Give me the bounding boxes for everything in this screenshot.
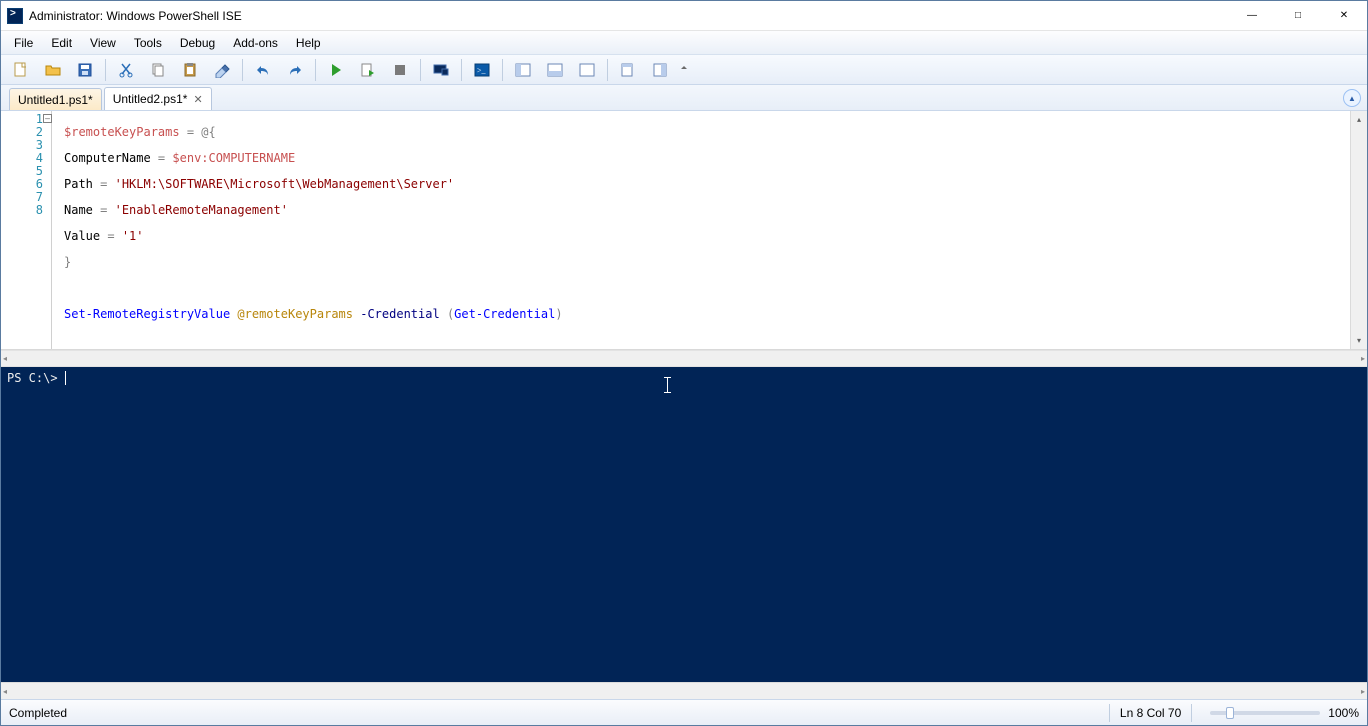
tab-untitled1[interactable]: Untitled1.ps1* [9, 88, 102, 110]
line-number-gutter: – 1 2 3 4 5 6 7 8 [1, 111, 49, 349]
title-bar: Administrator: Windows PowerShell ISE — … [1, 1, 1367, 31]
cursor-position: Ln 8 Col 70 [1120, 706, 1181, 720]
console-horizontal-scrollbar[interactable]: ◂▸ [1, 682, 1367, 699]
menu-help[interactable]: Help [287, 33, 330, 53]
editor-horizontal-scrollbar[interactable]: ◂▸ [1, 350, 1367, 367]
zoom-thumb[interactable] [1226, 707, 1234, 719]
zoom-slider[interactable] [1210, 711, 1320, 715]
status-bar: Completed Ln 8 Col 70 100% [1, 699, 1367, 725]
menu-file[interactable]: File [5, 33, 42, 53]
toolbar: >_ [1, 55, 1367, 85]
scroll-down-icon[interactable]: ▾ [1351, 332, 1367, 349]
undo-button[interactable] [249, 57, 277, 83]
tab-label: Untitled2.ps1* [113, 92, 188, 106]
menu-debug[interactable]: Debug [171, 33, 224, 53]
maximize-button[interactable]: □ [1275, 1, 1321, 31]
code-area[interactable]: $remoteKeyParams = @{ ComputerName = $en… [51, 111, 1350, 349]
svg-text:>_: >_ [477, 66, 487, 75]
run-button[interactable] [322, 57, 350, 83]
console-prompt: PS C:\> [7, 371, 65, 385]
status-text: Completed [9, 706, 67, 720]
save-button[interactable] [71, 57, 99, 83]
cut-button[interactable] [112, 57, 140, 83]
console-vertical-scrollbar[interactable] [1350, 367, 1367, 682]
new-button[interactable] [7, 57, 35, 83]
tab-label: Untitled1.ps1* [18, 93, 93, 107]
window-title: Administrator: Windows PowerShell ISE [29, 9, 242, 23]
copy-button[interactable] [144, 57, 172, 83]
close-button[interactable]: ✕ [1321, 1, 1367, 31]
zoom-label: 100% [1328, 706, 1359, 720]
tab-untitled2[interactable]: Untitled2.ps1* ✕ [104, 87, 212, 110]
editor-vertical-scrollbar[interactable]: ▴ ▾ [1350, 111, 1367, 349]
tab-close-icon[interactable]: ✕ [193, 93, 202, 106]
script-editor[interactable]: – 1 2 3 4 5 6 7 8 $remoteKeyParams = @{ … [1, 111, 1367, 350]
menu-edit[interactable]: Edit [42, 33, 81, 53]
fold-icon[interactable]: – [43, 114, 52, 123]
console[interactable]: PS C:\> [1, 367, 1350, 682]
run-selection-button[interactable] [354, 57, 382, 83]
scroll-up-icon[interactable]: ▴ [1351, 111, 1367, 128]
paste-button[interactable] [176, 57, 204, 83]
app-icon [7, 8, 23, 24]
powershell-button[interactable]: >_ [468, 57, 496, 83]
layout-bottom-button[interactable] [541, 57, 569, 83]
show-addon-button[interactable] [646, 57, 674, 83]
menu-addons[interactable]: Add-ons [224, 33, 287, 53]
redo-button[interactable] [281, 57, 309, 83]
collapse-script-pane-button[interactable]: ▲ [1343, 89, 1361, 107]
tab-strip: Untitled1.ps1* Untitled2.ps1* ✕ ▲ [1, 85, 1367, 111]
app-window: Administrator: Windows PowerShell ISE — … [0, 0, 1368, 726]
minimize-button[interactable]: — [1229, 1, 1275, 31]
stop-button[interactable] [386, 57, 414, 83]
layout-side-button[interactable] [509, 57, 537, 83]
ibeam-cursor-icon [667, 377, 668, 393]
toolbar-overflow-button[interactable] [678, 57, 692, 83]
menu-view[interactable]: View [81, 33, 125, 53]
open-button[interactable] [39, 57, 67, 83]
show-command-button[interactable] [614, 57, 642, 83]
layout-full-button[interactable] [573, 57, 601, 83]
console-pane: PS C:\> [1, 367, 1367, 682]
clear-button[interactable] [208, 57, 236, 83]
menu-bar: File Edit View Tools Debug Add-ons Help [1, 31, 1367, 55]
menu-tools[interactable]: Tools [125, 33, 171, 53]
text-cursor [65, 371, 66, 385]
remote-button[interactable] [427, 57, 455, 83]
